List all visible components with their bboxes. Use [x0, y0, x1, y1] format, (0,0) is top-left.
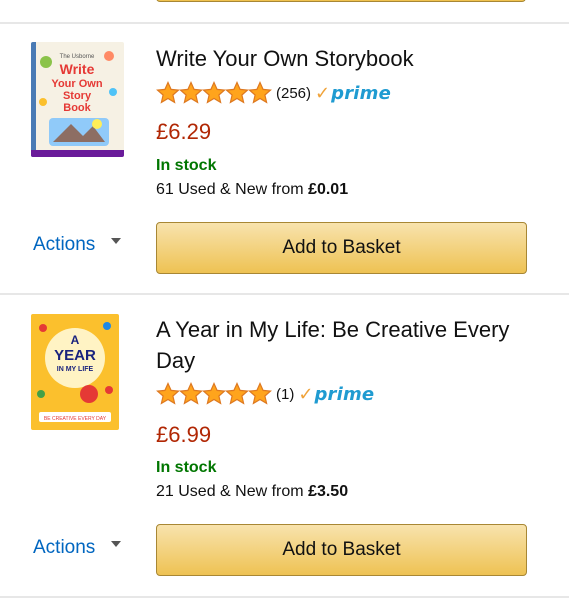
star-icon — [225, 81, 249, 104]
prime-badge: ✓ prime — [315, 83, 391, 104]
star-icon — [156, 81, 180, 104]
offers-price: £0.01 — [308, 181, 349, 198]
star-icon — [248, 81, 272, 104]
divider — [0, 596, 569, 598]
offers-text: 21 Used & New from — [156, 483, 309, 500]
rating-row[interactable]: (1) ✓ prime — [156, 381, 374, 407]
star-icon — [225, 382, 249, 405]
rating-count: (256) — [276, 84, 312, 102]
star-rating[interactable] — [156, 382, 272, 406]
cover-publisher: The Usborne — [60, 54, 95, 60]
cover-title-line: A — [71, 333, 80, 347]
cover-title-line: Your Own — [51, 78, 102, 90]
actions-dropdown[interactable]: Actions — [33, 234, 122, 256]
star-rating[interactable] — [156, 81, 272, 105]
cover-subtitle: BE CREATIVE EVERY DAY — [44, 416, 107, 422]
rating-row[interactable]: (256) ✓ prime — [156, 80, 391, 106]
stock-status: In stock — [156, 459, 217, 476]
previous-add-to-basket-button[interactable] — [156, 0, 526, 2]
cover-title-line: YEAR — [54, 347, 96, 364]
cover-title-line: Story — [63, 90, 92, 102]
cover-title-line: Write — [60, 61, 95, 77]
star-icon — [179, 382, 203, 405]
book-cover-image[interactable]: A YEAR IN MY LIFE BE CREATIVE EVERY DAY — [31, 314, 119, 430]
stock-status: In stock — [156, 157, 217, 174]
caret-down-icon — [111, 238, 122, 244]
actions-label: Actions — [33, 234, 96, 255]
product-title-link[interactable]: Write Your Own Storybook — [156, 43, 546, 74]
star-icon — [248, 382, 272, 405]
prime-label: prime — [331, 82, 392, 104]
product-price: £6.29 — [156, 119, 212, 144]
add-to-basket-button[interactable]: Add to Basket — [156, 222, 527, 274]
prime-badge: ✓ prime — [298, 384, 374, 405]
offers-price: £3.50 — [308, 483, 349, 500]
star-icon — [202, 81, 226, 104]
prime-label: prime — [314, 383, 375, 405]
actions-label: Actions — [33, 537, 96, 558]
cover-title-line: Book — [63, 102, 91, 114]
rating-count: (1) — [276, 385, 295, 403]
book-cover-image[interactable]: The Usborne Write Your Own Story Book — [31, 42, 124, 157]
star-icon — [156, 382, 180, 405]
divider — [0, 293, 569, 295]
caret-down-icon — [111, 541, 122, 547]
actions-dropdown[interactable]: Actions — [33, 537, 122, 559]
cover-title-line: IN MY LIFE — [57, 366, 94, 373]
check-icon: ✓ — [315, 82, 331, 104]
offers-link[interactable]: 61 Used & New from £0.01 — [156, 181, 348, 199]
divider — [0, 22, 569, 24]
star-icon — [179, 81, 203, 104]
offers-text: 61 Used & New from — [156, 181, 309, 198]
product-price: £6.99 — [156, 422, 212, 447]
add-to-basket-button[interactable]: Add to Basket — [156, 524, 527, 576]
offers-link[interactable]: 21 Used & New from £3.50 — [156, 483, 348, 501]
check-icon: ✓ — [298, 383, 314, 405]
product-title-link[interactable]: A Year in My Life: Be Creative Every Day — [156, 314, 536, 376]
star-icon — [202, 382, 226, 405]
